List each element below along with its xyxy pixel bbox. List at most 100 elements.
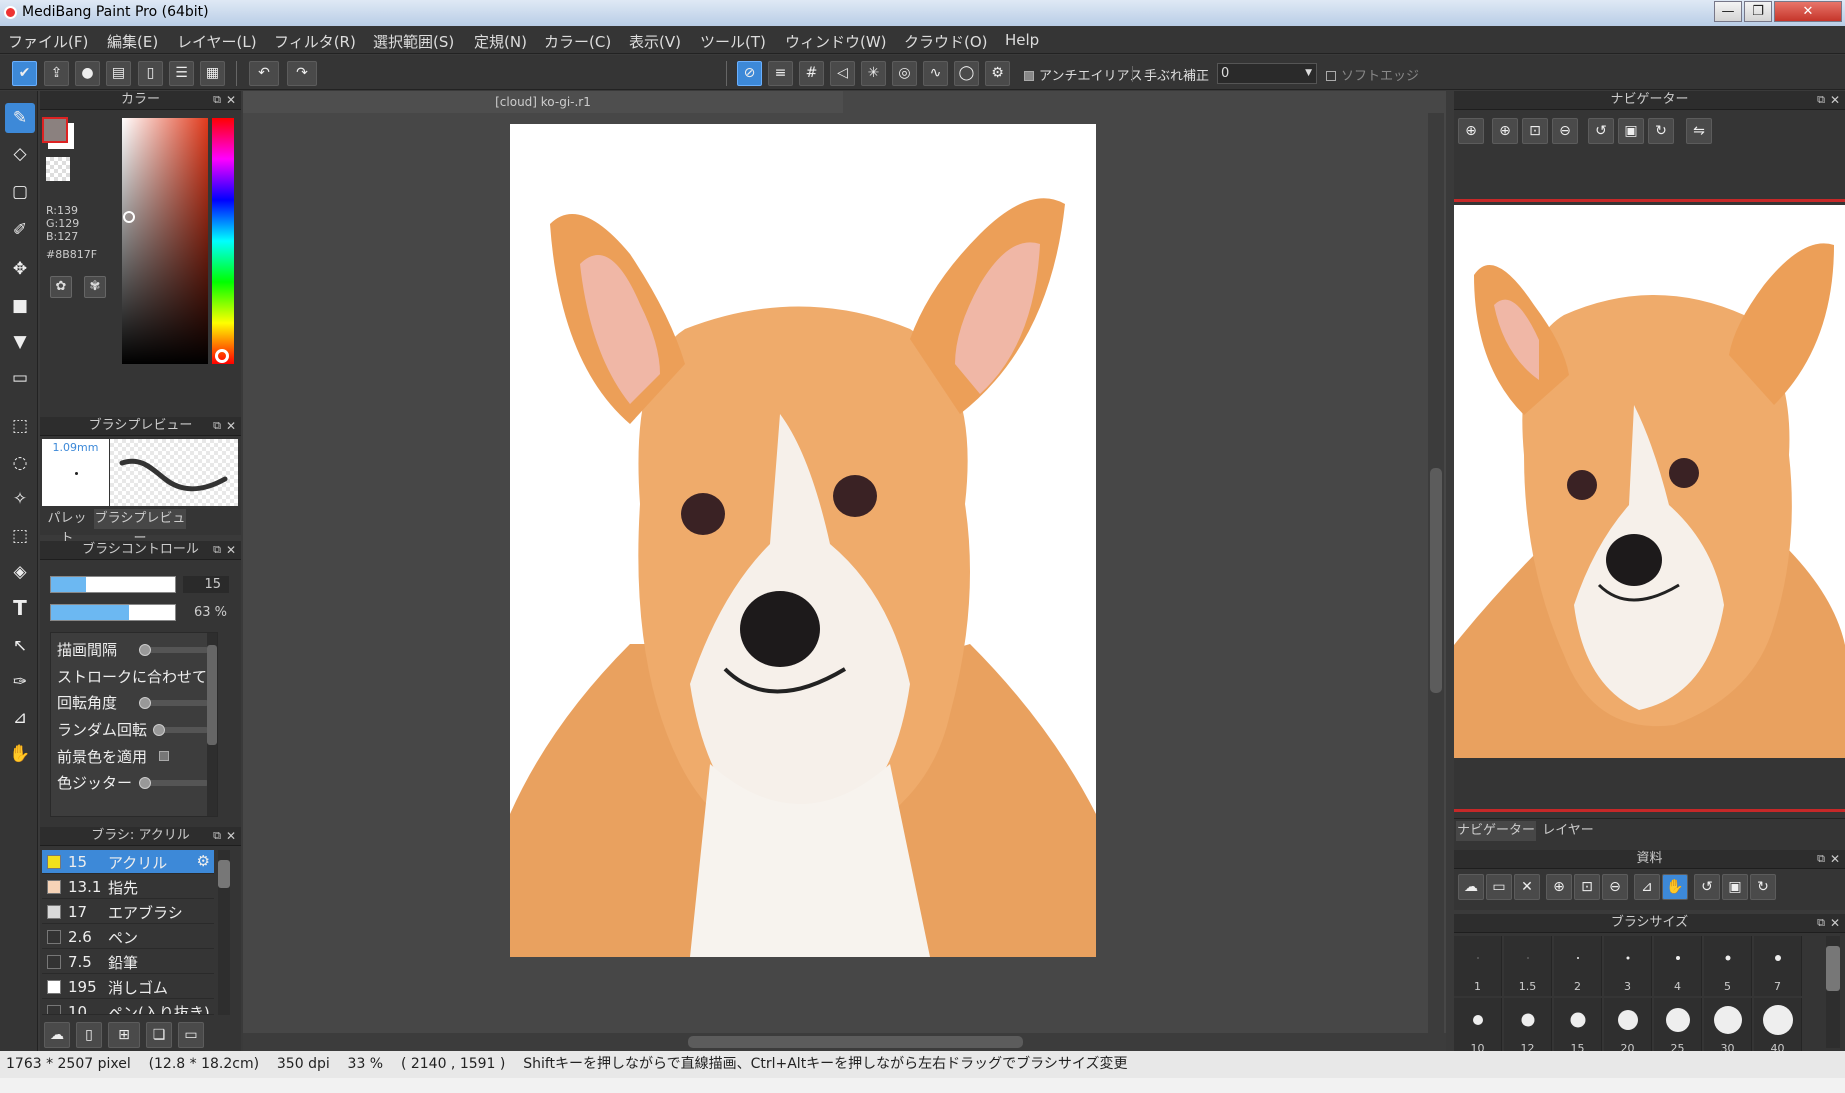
material-close-icon[interactable]: ✕ xyxy=(1514,874,1540,900)
sv-picker-cursor[interactable] xyxy=(123,211,135,223)
brush-list-scrollbar[interactable] xyxy=(218,850,230,1015)
circle-snap-icon[interactable]: ◎ xyxy=(892,61,917,86)
cross-snap-icon[interactable]: # xyxy=(799,61,824,86)
navigator-thumbnail[interactable] xyxy=(1454,205,1845,758)
magic-wand-tool-icon[interactable]: ✧ xyxy=(5,484,35,514)
tab-layer[interactable]: レイヤー xyxy=(1540,821,1596,841)
brush-size-cell[interactable]: 25 xyxy=(1654,998,1702,1055)
transparent-color-swatch[interactable] xyxy=(46,157,70,181)
curve-snap-icon[interactable]: ∿ xyxy=(923,61,948,86)
brush-size-cell[interactable]: 1.5 xyxy=(1504,936,1552,996)
canvas-page[interactable] xyxy=(510,124,1096,957)
eraser-tool-icon[interactable]: ◇ xyxy=(5,139,35,169)
ellipse-snap-icon[interactable]: ◯ xyxy=(954,61,979,86)
zoom-out-icon[interactable]: ⊖ xyxy=(1552,118,1578,144)
fit-screen-icon[interactable]: ⊡ xyxy=(1522,118,1548,144)
brush-size-value[interactable]: 15 xyxy=(183,576,229,593)
brush-item[interactable]: 195 消しゴム xyxy=(42,975,214,999)
brush-size-cell[interactable]: 30 xyxy=(1704,998,1752,1055)
brush-item[interactable]: 10 ペン(入り抜き) xyxy=(42,1000,214,1015)
tab-brush-preview[interactable]: ブラシプレビュー xyxy=(94,509,186,546)
brush-item[interactable]: 17 エアブラシ xyxy=(42,900,214,924)
zoom-in-alt-icon[interactable]: ⊕ xyxy=(1492,118,1518,144)
brush-size-cell[interactable]: 12 xyxy=(1504,998,1552,1055)
radial-snap-icon[interactable]: ✳ xyxy=(861,61,886,86)
menu-filter[interactable]: フィルタ(R) xyxy=(274,31,356,52)
select-tool-icon[interactable]: ⬚ xyxy=(5,411,35,441)
brush-size-cell[interactable]: 1 xyxy=(1454,936,1502,996)
brush-tool-icon[interactable]: ✎ xyxy=(5,103,35,133)
menu-selection[interactable]: 選択範囲(S) xyxy=(373,31,454,52)
brush-size-scrollbar[interactable] xyxy=(1826,936,1840,1048)
brush-size-cell[interactable]: 10 xyxy=(1454,998,1502,1055)
eyedropper-tool-icon[interactable]: ⊿ xyxy=(5,703,35,733)
menu-cloud[interactable]: クラウド(O) xyxy=(904,31,988,52)
lasso-tool-icon[interactable]: ◌ xyxy=(5,448,35,478)
brush-size-cell[interactable]: 4 xyxy=(1654,936,1702,996)
canvas-horizontal-scrollbar[interactable] xyxy=(243,1033,1446,1051)
add-brush-menu-icon[interactable]: ⊞ xyxy=(108,1022,140,1048)
tab-palette[interactable]: パレット xyxy=(42,509,92,546)
comment-icon[interactable]: ▤ xyxy=(106,61,131,86)
apply-foreground-checkbox[interactable] xyxy=(159,751,169,761)
fill-rect-tool-icon[interactable]: ■ xyxy=(5,291,35,321)
brush-opacity-value[interactable]: 63 % xyxy=(183,604,229,621)
copy-brush-icon[interactable]: ❏ xyxy=(146,1022,172,1048)
share-icon[interactable]: ⇪ xyxy=(44,61,69,86)
hue-cursor[interactable] xyxy=(215,349,229,363)
saturation-value-picker[interactable] xyxy=(122,118,208,364)
parallel-snap-icon[interactable]: ≡ xyxy=(768,61,793,86)
brush-settings-scrollbar[interactable] xyxy=(207,633,217,816)
cloud-brush-icon[interactable]: ☁ xyxy=(44,1022,70,1048)
flip-horizontal-icon[interactable]: ⇋ xyxy=(1686,118,1712,144)
brush-size-cell[interactable]: 5 xyxy=(1704,936,1752,996)
shape-tool-icon[interactable]: ▢ xyxy=(5,177,35,207)
select-pen-tool-icon[interactable]: ⬚ xyxy=(5,521,35,551)
document-tab[interactable]: [cloud] ko-gi-.r1 xyxy=(243,91,843,113)
material-reset-icon[interactable]: ▣ xyxy=(1722,874,1748,900)
operation-tool-icon[interactable]: ↖ xyxy=(5,631,35,661)
vanishing-snap-icon[interactable]: ◁ xyxy=(830,61,855,86)
hand-tool-icon[interactable]: ✋ xyxy=(5,739,35,769)
palette-icon[interactable]: ✿ xyxy=(50,276,72,298)
material-fit-icon[interactable]: ⊡ xyxy=(1574,874,1600,900)
folder-brush-icon[interactable]: ▭ xyxy=(178,1022,204,1048)
new-brush-icon[interactable]: ▯ xyxy=(76,1022,102,1048)
stabilizer-select[interactable]: 0 ▼ xyxy=(1217,63,1317,84)
bucket-tool-icon[interactable]: ▼ xyxy=(5,327,35,357)
material-zoom-out-icon[interactable]: ⊖ xyxy=(1602,874,1628,900)
speech-icon[interactable]: ● xyxy=(75,61,100,86)
menu-edit[interactable]: 編集(E) xyxy=(107,31,158,52)
divide-tool-icon[interactable]: ✑ xyxy=(5,667,35,697)
menu-ruler[interactable]: 定規(N) xyxy=(474,31,527,52)
text-tool-icon[interactable]: T xyxy=(5,593,35,623)
maximize-button[interactable]: ❐ xyxy=(1744,1,1772,22)
brush-size-cell[interactable]: 40 xyxy=(1754,998,1802,1055)
undo-button[interactable]: ↶ xyxy=(249,61,279,86)
brush-item[interactable]: 7.5 鉛筆 xyxy=(42,950,214,974)
brush-size-cell[interactable]: 3 xyxy=(1604,936,1652,996)
color-settings-icon[interactable]: ✾ xyxy=(84,276,106,298)
gradient-tool-icon[interactable]: ▭ xyxy=(5,363,35,393)
tab-navigator[interactable]: ナビゲーター xyxy=(1456,821,1536,841)
material-hand-icon[interactable]: ✋ xyxy=(1662,874,1688,900)
brush-size-bar[interactable] xyxy=(50,576,176,593)
zoom-in-icon[interactable]: ⊕ xyxy=(1458,118,1484,144)
page-icon[interactable]: ▯ xyxy=(138,61,163,86)
menu-window[interactable]: ウィンドウ(W) xyxy=(785,31,887,52)
material-rotate-left-icon[interactable]: ↺ xyxy=(1694,874,1720,900)
brush-size-cell[interactable]: 20 xyxy=(1604,998,1652,1055)
settings-gear-icon[interactable]: ⚙ xyxy=(985,61,1010,86)
material-eyedropper-icon[interactable]: ⊿ xyxy=(1634,874,1660,900)
menu-layer[interactable]: レイヤー(L) xyxy=(177,31,257,52)
foreground-color-swatch[interactable] xyxy=(42,117,68,143)
brush-size-cell[interactable]: 2 xyxy=(1554,936,1602,996)
canvas-vertical-scrollbar[interactable] xyxy=(1428,113,1444,1033)
redo-button[interactable]: ↷ xyxy=(287,61,317,86)
soft-edge-checkbox[interactable]: ソフトエッジ xyxy=(1326,65,1419,84)
material-zoom-in-icon[interactable]: ⊕ xyxy=(1546,874,1572,900)
menu-view[interactable]: 表示(V) xyxy=(629,31,681,52)
move-tool-icon[interactable]: ✥ xyxy=(5,254,35,284)
select-eraser-tool-icon[interactable]: ◈ xyxy=(5,557,35,587)
snap-off-icon[interactable]: ⊘ xyxy=(737,61,762,86)
